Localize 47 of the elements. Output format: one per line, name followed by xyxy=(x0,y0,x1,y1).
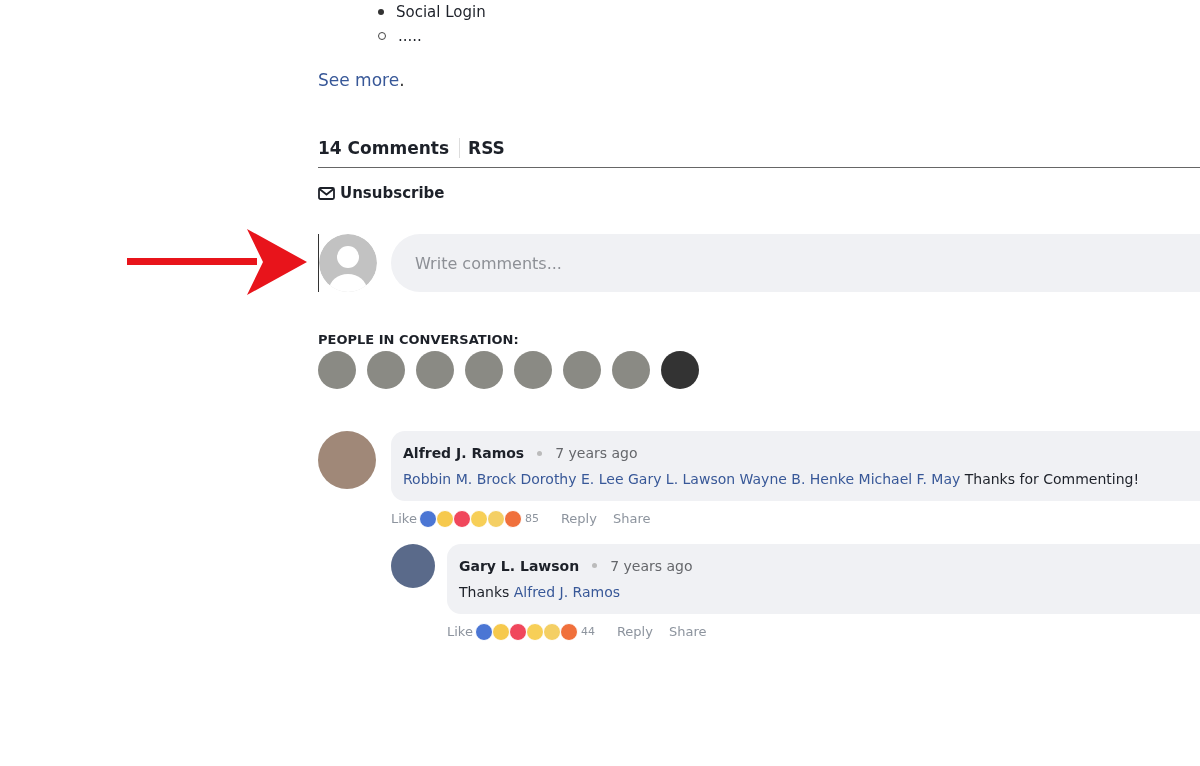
comment-text: Thanks Alfred J. Ramos xyxy=(459,583,622,601)
reaction-emoji-icon xyxy=(435,509,454,528)
rss-link[interactable]: RSS xyxy=(460,138,505,158)
mention-link[interactable]: Alfred J. Ramos xyxy=(513,583,621,600)
mention-link[interactable]: Dorothy E. Lee xyxy=(520,471,624,487)
reaction-emoji-icon xyxy=(503,509,522,528)
default-avatar-icon xyxy=(319,234,377,292)
mention-link[interactable]: Wayne B. Henke xyxy=(739,471,855,487)
comments-count[interactable]: 14 Comments xyxy=(318,138,461,158)
see-more-text: See more. xyxy=(318,70,406,90)
avatar-photo[interactable] xyxy=(661,351,699,389)
author-name[interactable]: Gary L. Lawson xyxy=(459,557,580,574)
list-item: ..... xyxy=(398,27,422,45)
reply-link[interactable]: Reply xyxy=(616,624,653,640)
reaction-count: 44 xyxy=(580,625,595,639)
reaction-emoji-icon xyxy=(418,509,437,528)
reaction-emoji-icon xyxy=(474,622,493,641)
reaction-emoji-icon xyxy=(542,622,561,641)
reaction-emoji-icon xyxy=(491,622,510,641)
mention-link[interactable]: Gary L. Lawson xyxy=(627,471,736,487)
text-cursor xyxy=(318,234,319,292)
reaction-emoji-icon xyxy=(486,509,505,528)
comment-input[interactable]: Write comments... xyxy=(391,234,1200,292)
comment-text: Robbin M. Brock Dorothy E. Lee Gary L. Lawson Wayne B. Henke Michael F. May Thanks for Commenting! xyxy=(403,471,1140,488)
reaction-emoji-icon xyxy=(559,622,578,641)
reaction-emoji-icon xyxy=(508,622,527,641)
comment-time: 7 years ago xyxy=(610,557,693,574)
mention-link[interactable]: Michael F. May xyxy=(858,471,961,487)
bullet-icon xyxy=(378,9,384,15)
reaction-emoji-icon xyxy=(469,509,488,528)
people-heading: PEOPLE IN CONVERSATION: xyxy=(318,332,520,347)
comment-time: 7 years ago xyxy=(555,445,638,461)
mention-link[interactable]: Robbin M. Brock xyxy=(403,471,517,487)
dot-separator-icon xyxy=(592,563,598,569)
avatar-photo[interactable] xyxy=(391,543,435,588)
list-item: Social Login xyxy=(396,3,486,21)
reply-link[interactable]: Reply xyxy=(560,511,597,527)
share-link[interactable]: Share xyxy=(668,624,707,640)
see-more-link[interactable]: See more xyxy=(318,70,400,90)
author-name[interactable]: Alfred J. Ramos xyxy=(403,445,525,461)
dot-separator-icon xyxy=(537,450,543,456)
reaction-count: 85 xyxy=(524,512,539,526)
reaction-emoji-icon xyxy=(452,509,471,528)
share-link[interactable]: Share xyxy=(612,511,651,527)
reaction-emoji-icon xyxy=(525,622,544,641)
envelope-icon xyxy=(318,186,335,200)
unsubscribe-link[interactable]: Unsubscribe xyxy=(318,184,1200,202)
